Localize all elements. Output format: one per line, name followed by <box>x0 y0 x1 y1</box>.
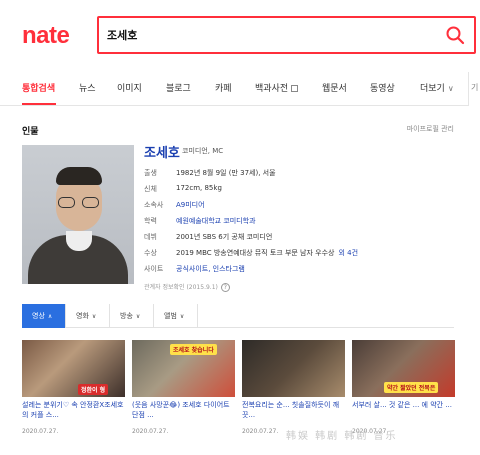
info-label: 소속사 <box>144 201 164 209</box>
external-box-icon <box>291 85 299 92</box>
chevron-up-icon: ∧ <box>47 313 53 320</box>
tab-encyclopedia-label: 백과사전 <box>255 84 289 94</box>
tab-integrated[interactable]: 통합검색 <box>22 81 55 94</box>
person-occupation: 코미디언, MC <box>182 147 224 155</box>
video-date: 2020.07.27. <box>242 428 279 435</box>
thumbnail-caption: 약간 짧았던 전복은 <box>384 382 439 393</box>
person-name[interactable]: 조세호 <box>144 142 180 161</box>
nav-overflow-item[interactable]: 기 <box>468 72 480 106</box>
info-label: 사이트 <box>144 265 164 273</box>
tab-web-documents[interactable]: 웹문서 <box>322 81 347 94</box>
nate-logo[interactable]: nate <box>22 22 70 50</box>
info-label: 수상 <box>144 249 157 257</box>
chevron-down-icon: ∨ <box>91 313 97 320</box>
chevron-down-icon: ∨ <box>447 84 454 93</box>
more-awards-link[interactable]: 외 4건 <box>338 249 358 257</box>
education-link[interactable]: 예원예술대학교 코미디학과 <box>176 216 256 226</box>
info-value: 1982년 8월 9일 (만 37세), 서울 <box>176 169 276 177</box>
tab-album[interactable]: 앨범 ∨ <box>154 304 198 328</box>
video-date: 2020.07.27. <box>132 428 169 435</box>
tab-movie-label: 영화 <box>76 312 89 320</box>
video-title[interactable]: (웃음 사망꾼😂) 조세호 다이어트 단점 ... <box>132 400 235 420</box>
search-nav: 통합검색 뉴스 이미지 블로그 카페 백과사전 웹문서 동영상 더보기 ∨ 기 <box>0 72 480 106</box>
info-label: 데뷔 <box>144 233 157 241</box>
chevron-down-icon: ∨ <box>179 313 185 320</box>
video-thumbnail[interactable]: 정환이 형 <box>22 340 125 397</box>
video-title[interactable]: 전복요리는 순... 칫솔질하듯이 깨끗... <box>242 400 345 420</box>
video-thumbnail[interactable]: 약간 짧았던 전복은 <box>352 340 455 397</box>
info-value: 2001년 SBS 6기 공채 코미디언 <box>176 233 273 241</box>
tab-video-label: 영상 <box>32 312 45 320</box>
tab-more[interactable]: 더보기 ∨ <box>420 81 454 94</box>
info-label: 학력 <box>144 217 157 225</box>
tab-blog[interactable]: 블로그 <box>166 81 191 94</box>
video-thumbnail[interactable]: 조세호 찾습니다 <box>132 340 235 397</box>
tab-more-label: 더보기 <box>420 84 445 94</box>
watermark: 韩娱 韩剧 韩剧 音乐 <box>286 431 398 442</box>
tab-broadcast[interactable]: 방송 ∨ <box>110 304 154 328</box>
tab-cafe[interactable]: 카페 <box>215 81 232 94</box>
tab-videos[interactable]: 동영상 <box>370 81 395 94</box>
active-tab-underline <box>22 103 56 105</box>
verification-note: 관계자 정보확인 (2015.9.1)? <box>144 282 230 292</box>
tab-images[interactable]: 이미지 <box>117 81 142 94</box>
photo-hair <box>56 167 102 185</box>
info-value: 2019 MBC 방송연예대상 뮤직 토크 부문 남자 우수상 외 4건 <box>176 248 358 258</box>
tab-movie[interactable]: 영화 ∨ <box>66 304 110 328</box>
tab-encyclopedia[interactable]: 백과사전 <box>255 81 299 94</box>
video-date: 2020.07.27. <box>22 428 59 435</box>
search-box <box>97 16 476 54</box>
help-circle-icon[interactable]: ? <box>220 283 230 292</box>
section-title: 인물 <box>22 127 39 137</box>
content-tabs: 영상 ∧ 영화 ∨ 방송 ∨ 앨범 ∨ <box>22 304 454 328</box>
agency-link[interactable]: A9미디어 <box>176 200 205 210</box>
photo-glasses <box>58 197 100 209</box>
video-title[interactable]: 서부러 살... 것 같은 ... 에 약간 ... <box>352 400 455 410</box>
info-label: 출생 <box>144 169 157 177</box>
awards-text: 2019 MBC 방송연예대상 뮤직 토크 부문 남자 우수상 <box>176 249 335 257</box>
tab-broadcast-label: 방송 <box>120 312 133 320</box>
search-input[interactable] <box>107 26 427 44</box>
info-value: 172cm, 85kg <box>176 184 222 192</box>
video-title[interactable]: 설레는 분위기♡ 속 안정환X조세호의 커플 스... <box>22 400 125 420</box>
profile-manage-link[interactable]: 마이프로필 관리 <box>407 124 454 134</box>
search-icon <box>446 26 465 45</box>
info-label: 신체 <box>144 185 157 193</box>
thumbnail-caption: 정환이 형 <box>78 384 109 395</box>
search-button[interactable] <box>444 24 466 46</box>
thumbnail-caption: 조세호 찾습니다 <box>170 344 217 355</box>
profile-photo[interactable] <box>22 145 134 284</box>
tab-album-label: 앨범 <box>164 312 177 320</box>
verification-text: 관계자 정보확인 (2015.9.1) <box>144 284 218 291</box>
video-thumbnail[interactable] <box>242 340 345 397</box>
tab-news[interactable]: 뉴스 <box>79 81 96 94</box>
site-links[interactable]: 공식사이트, 인스타그램 <box>176 264 245 274</box>
tab-video[interactable]: 영상 ∧ <box>22 304 66 328</box>
chevron-down-icon: ∨ <box>135 313 141 320</box>
header: nate <box>0 0 480 72</box>
